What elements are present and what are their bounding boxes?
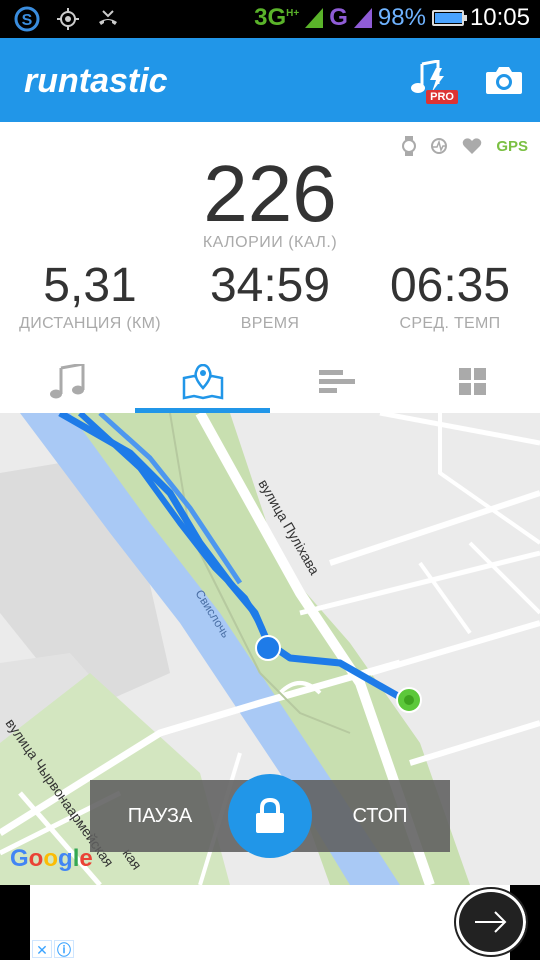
time-value: 34:59 [209,259,331,312]
runtastic-logo: runtastic [24,62,168,100]
pace-value: 06:35 [389,259,511,312]
tab-music[interactable] [0,350,135,413]
grid-icon [458,367,486,395]
time-label: ВРЕМЯ [240,315,300,332]
app-s-icon: S [14,6,40,32]
battery-icon [431,10,467,26]
camera-icon[interactable] [484,64,524,96]
ad-choices[interactable]: ✕ ⓘ [32,940,74,958]
gps-target-icon [57,8,79,30]
ad-content[interactable] [30,885,528,960]
app-bar: runtastic PRO [0,38,540,122]
ad-banner [0,885,540,960]
bars-icon [318,369,355,393]
arrow-right-icon [475,911,507,933]
stop-button[interactable]: СТОП [310,780,450,852]
signal-icon [305,8,324,28]
pro-badge: PRO [426,90,458,104]
google-attribution: Google [10,845,93,872]
distance-label: ДИСТАНЦИЯ (КМ) [19,315,161,332]
status-bar: S 3GH+ G 98% 10:05 [0,0,540,38]
ad-arrow-button[interactable] [454,887,528,957]
calories-value: 226 [203,149,337,238]
svg-text:S: S [22,12,33,29]
battery-percent: 98% [377,4,426,31]
map-pin-icon [182,363,223,400]
current-position-marker [255,635,281,661]
pace-label: СРЕД. ТЕМП [399,315,501,332]
calories-label: КАЛОРИИ (КАЛ.) [202,234,338,251]
time-metric: 34:59 ВРЕМЯ [180,258,360,333]
view-tabs [0,350,540,413]
tab-splits[interactable] [270,350,405,413]
lock-icon [256,798,284,833]
clock: 10:05 [469,4,530,31]
tab-dashboard[interactable] [405,350,540,413]
lock-button[interactable] [228,774,312,858]
network-g: G [329,4,348,31]
distance-value: 5,31 [43,259,137,312]
tab-map[interactable] [135,350,270,413]
signal-2-icon [353,8,372,28]
network-3g: 3GH+ [254,4,300,31]
music-note-icon [49,363,84,398]
pause-button[interactable]: ПАУЗА [90,780,230,852]
missed-call-icon [99,10,117,25]
ad-info-icon[interactable]: ⓘ [54,940,74,958]
ad-close-icon[interactable]: ✕ [32,940,52,958]
music-pro-button[interactable]: PRO [408,59,458,104]
stats-panel: GPS 226 КАЛОРИИ (КАЛ.) 5,31 ДИСТАНЦИЯ (К… [0,122,540,413]
distance-metric: 5,31 ДИСТАНЦИЯ (КМ) [0,258,180,333]
pace-metric: 06:35 СРЕД. ТЕМП [360,258,540,333]
